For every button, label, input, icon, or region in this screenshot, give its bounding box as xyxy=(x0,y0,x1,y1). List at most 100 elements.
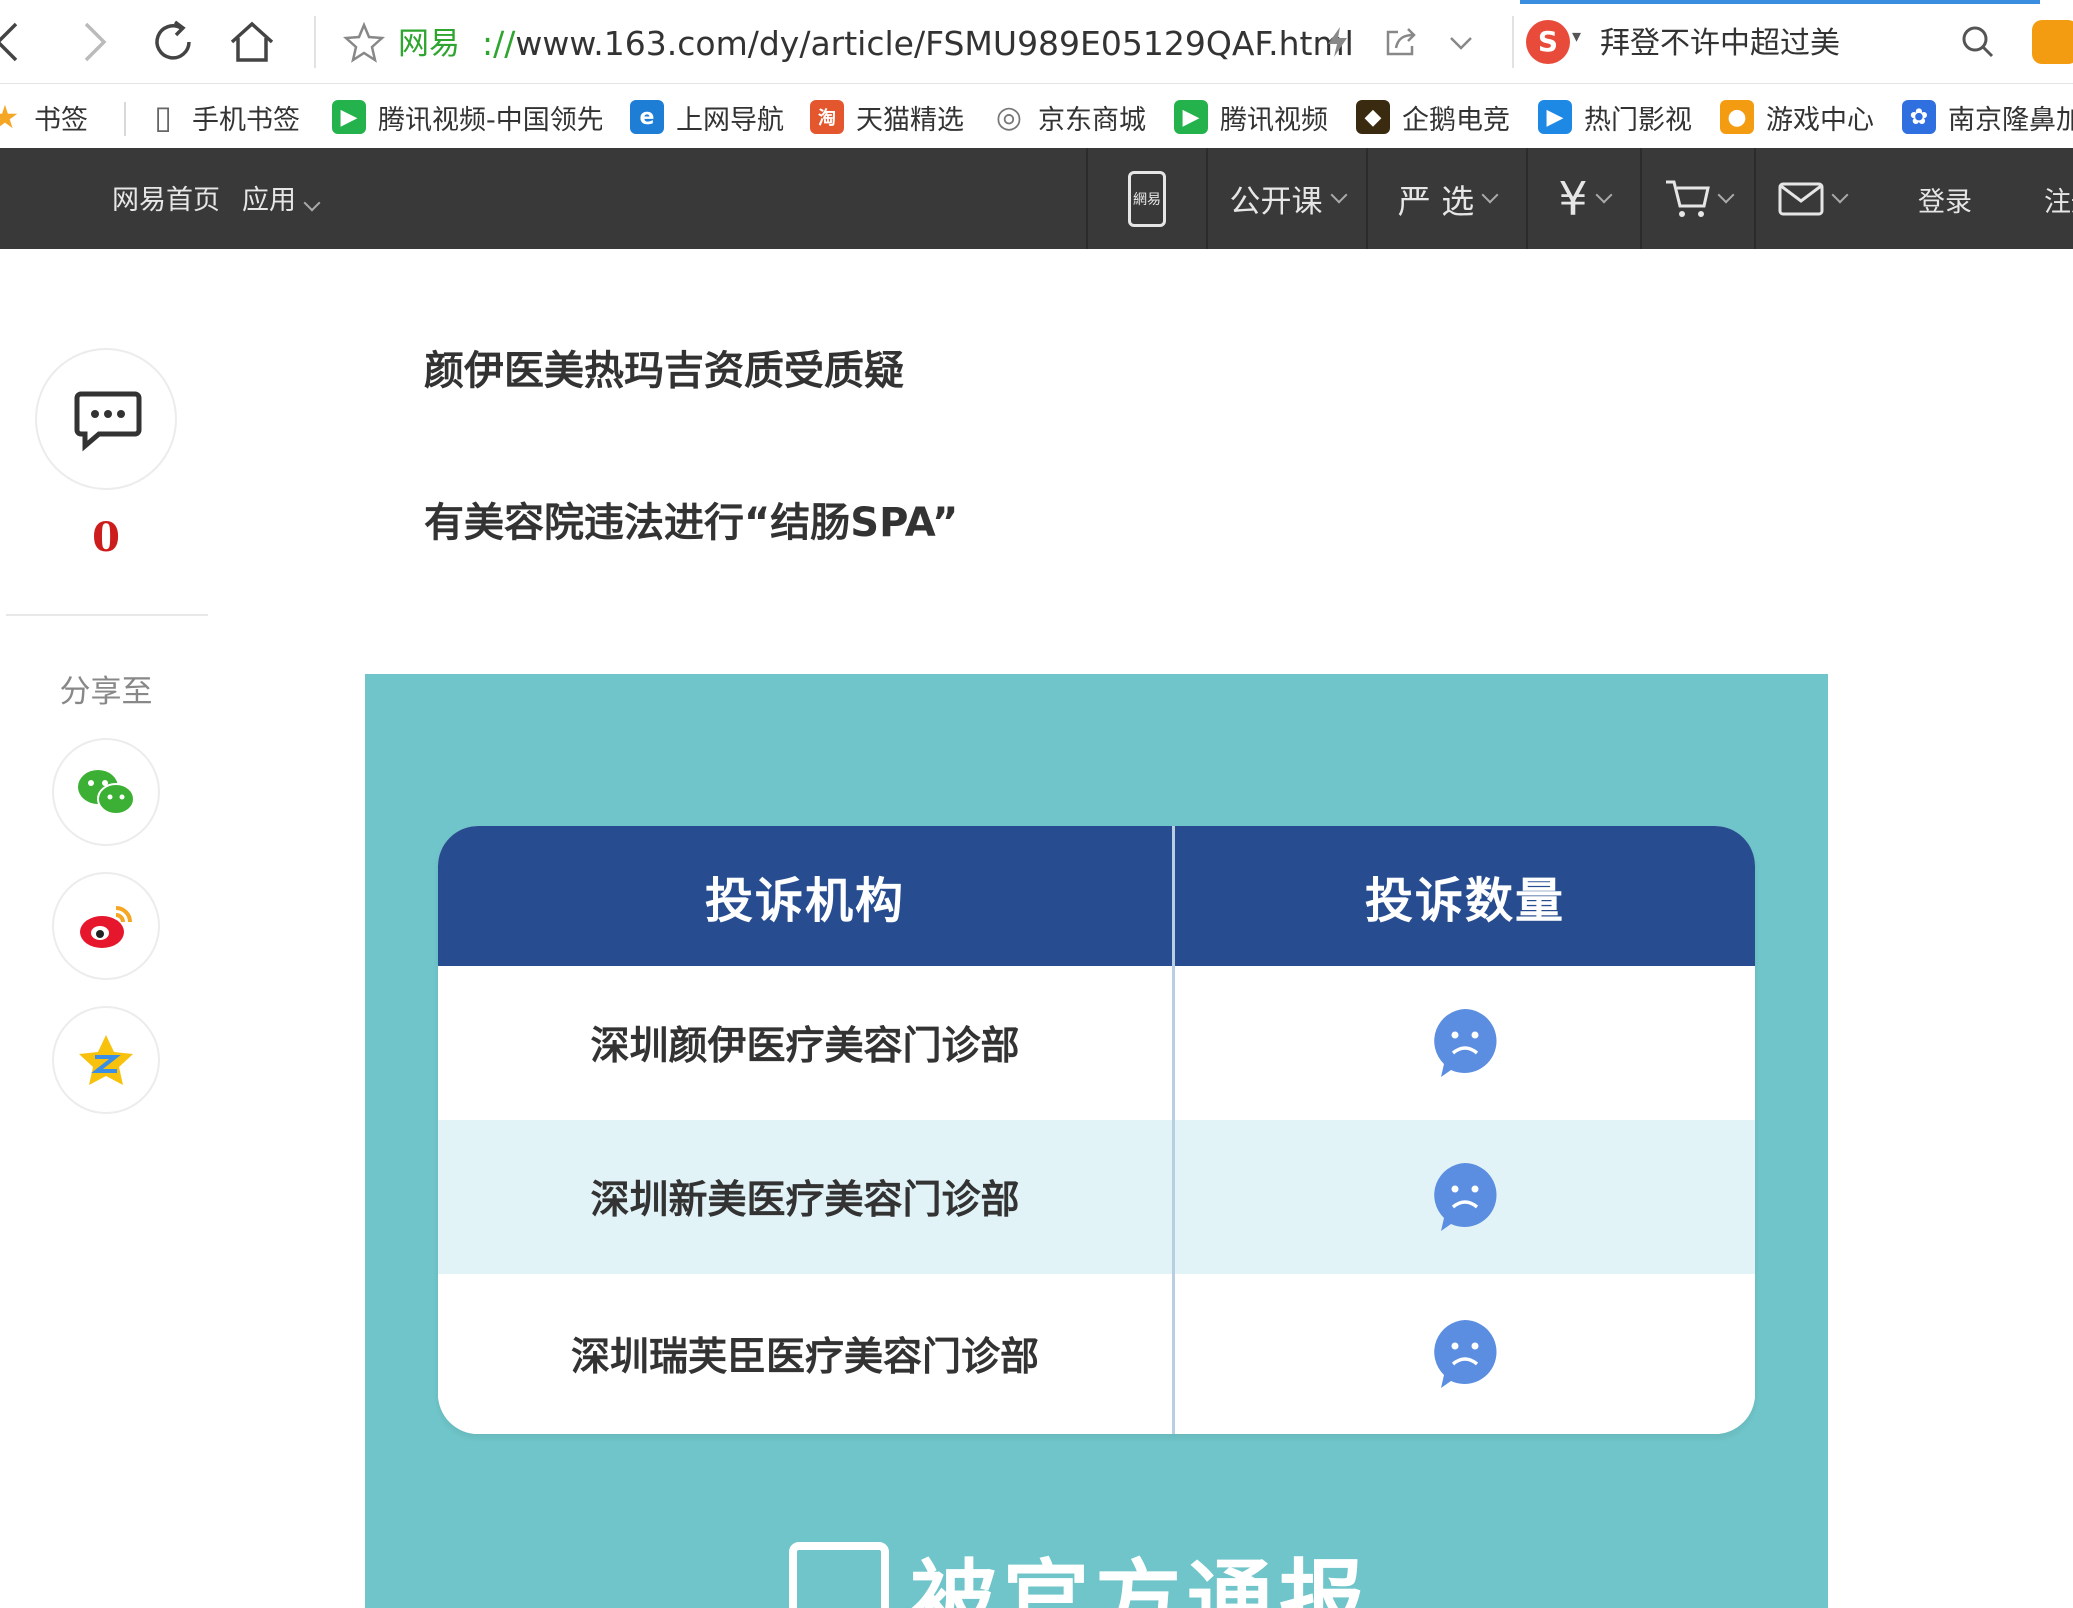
bookmark-item[interactable]: ▶ 腾讯视频 xyxy=(1174,94,1328,140)
nav-apps-label: 应用 xyxy=(242,185,296,216)
back-button[interactable] xyxy=(0,14,38,70)
back-arrow-icon xyxy=(0,22,18,62)
share-wechat-button[interactable] xyxy=(52,738,160,846)
yuan-icon: ¥ xyxy=(1558,171,1588,226)
table-header-institution: 投诉机构 xyxy=(438,826,1172,966)
caret-down-icon[interactable]: ▾ xyxy=(1572,26,1581,47)
bookmark-label: 上网导航 xyxy=(676,104,784,136)
nav-mail[interactable] xyxy=(1756,148,1868,249)
register-link[interactable]: 注册 xyxy=(2044,180,2073,219)
nav-mobile-app[interactable]: 網易 xyxy=(1088,148,1206,249)
chevron-down-icon xyxy=(1831,186,1849,203)
mail-icon xyxy=(1778,182,1824,215)
comment-icon xyxy=(74,391,142,452)
comment-button[interactable] xyxy=(35,348,177,490)
institution-name: 深圳新美医疗美容门诊部 xyxy=(590,1178,1020,1223)
institution-name: 深圳瑞芙臣医疗美容门诊部 xyxy=(570,1335,1039,1380)
chevron-down-icon xyxy=(1481,186,1499,203)
bookmark-label: 腾讯视频-中国领先 xyxy=(378,104,602,136)
bookmark-item[interactable]: e 上网导航 xyxy=(630,94,784,140)
home-button[interactable] xyxy=(224,14,280,70)
site-identity[interactable]: 网易 xyxy=(398,22,460,66)
bookmark-item[interactable]: ★ 书签 xyxy=(0,94,88,140)
qzone-star-icon xyxy=(79,1035,133,1085)
chevron-down-icon xyxy=(1330,186,1347,203)
star-icon: ★ xyxy=(0,98,20,136)
nav-open-course-label: 公开课 xyxy=(1229,184,1323,220)
search-input[interactable]: 拜登不许中超过美 xyxy=(1600,22,1840,66)
phone-icon: ▯ xyxy=(154,98,172,136)
home-icon xyxy=(230,21,274,62)
nav-home-link[interactable]: 网易首页 xyxy=(112,178,220,217)
share-qzone-button[interactable] xyxy=(52,1006,160,1114)
bookmark-item[interactable]: ▶ 热门影视 xyxy=(1538,94,1692,140)
chevron-down-icon[interactable] xyxy=(1446,28,1476,58)
share-label: 分享至 xyxy=(59,674,153,710)
ie-icon: e xyxy=(630,100,664,134)
article-infographic: 投诉机构 投诉数量 深圳颜伊医疗美容门诊部 深圳新美医疗美容门诊部 深圳瑞芙臣医… xyxy=(365,674,1828,1608)
bookmark-label: 南京隆鼻加 xyxy=(1948,104,2073,136)
penguin-esports-icon: ◆ xyxy=(1356,100,1390,134)
address-bar[interactable]: ://www.163.com/dy/article/FSMU989E05129Q… xyxy=(482,22,1354,66)
nav-yanxuan[interactable]: 严 选 xyxy=(1368,148,1526,249)
wechat-icon xyxy=(78,770,135,815)
chevron-down-icon xyxy=(1717,186,1735,203)
table-row: 深圳瑞芙臣医疗美容门诊部 xyxy=(438,1274,1755,1434)
complaint-count-cell xyxy=(1175,1120,1755,1274)
sad-face-icon xyxy=(1434,1163,1497,1231)
site-navbar: 网易首页 应用 網易 公开课 严 选 ¥ 登录 注册 xyxy=(0,148,2073,249)
bookmark-label: 天猫精选 xyxy=(856,104,964,136)
share-page-icon[interactable] xyxy=(1382,24,1420,60)
bookmarks-bar: ★ 书签 ▯ 手机书签 ▶ 腾讯视频-中国领先 e 上网导航 淘 天猫精选 ◎ … xyxy=(0,86,2073,148)
sogou-search-engine-icon[interactable]: S xyxy=(1526,20,1570,64)
bookmark-item[interactable]: ▯ 手机书签 xyxy=(146,94,300,140)
tmall-icon: 淘 xyxy=(810,100,844,134)
nav-finance[interactable]: ¥ xyxy=(1528,148,1640,249)
bookmark-label: 京东商城 xyxy=(1038,104,1146,136)
toolbar-divider xyxy=(314,16,316,68)
nav-cart[interactable] xyxy=(1642,148,1754,249)
forward-arrow-icon xyxy=(84,22,107,62)
complaint-count-cell xyxy=(1175,1274,1755,1434)
chevron-down-icon xyxy=(303,194,321,212)
bookmark-label: 游戏中心 xyxy=(1766,104,1874,136)
baidu-paw-icon: ✿ xyxy=(1902,100,1936,134)
comment-count[interactable]: 0 xyxy=(0,514,212,561)
bookmark-item[interactable]: 淘 天猫精选 xyxy=(810,94,964,140)
login-link[interactable]: 登录 xyxy=(1918,180,1972,219)
globe-icon: ◎ xyxy=(995,99,1023,135)
gamepad-icon: ● xyxy=(1720,100,1754,134)
reload-button[interactable] xyxy=(145,14,201,70)
official-report-banner: 被官方通报 xyxy=(789,1532,1371,1608)
bookmark-item[interactable]: ◆ 企鹅电竞 xyxy=(1356,94,1510,140)
mobile-app-glyph: 網易 xyxy=(1133,191,1161,208)
tencent-video-icon: ▶ xyxy=(1174,100,1208,134)
reload-icon xyxy=(155,20,191,60)
forward-button[interactable] xyxy=(64,14,120,70)
share-divider xyxy=(6,614,208,616)
nav-open-course[interactable]: 公开课 xyxy=(1208,148,1366,249)
bookmark-item[interactable]: ▶ 腾讯视频-中国领先 xyxy=(332,94,602,140)
report-badge-icon xyxy=(789,1542,889,1608)
bookmark-label: 书签 xyxy=(34,104,88,136)
lightning-icon[interactable] xyxy=(1320,24,1356,60)
institution-name: 深圳颜伊医疗美容门诊部 xyxy=(590,1024,1020,1069)
gamepad-icon[interactable] xyxy=(2032,20,2073,64)
bookmark-item[interactable]: ● 游戏中心 xyxy=(1720,94,1874,140)
bookmark-item[interactable]: ◎ 京东商城 xyxy=(992,94,1146,140)
nav-yanxuan-label: 严 选 xyxy=(1397,181,1475,221)
toolbar-divider xyxy=(1512,16,1514,68)
play-icon: ▶ xyxy=(1538,100,1572,134)
bookmark-label: 企鹅电竞 xyxy=(1402,104,1510,136)
search-icon[interactable] xyxy=(1958,22,1998,62)
weibo-icon xyxy=(80,906,132,948)
bookmark-star-icon[interactable] xyxy=(342,20,386,64)
url-scheme: :// xyxy=(482,24,516,63)
url-text: www.163.com/dy/article/FSMU989E05129QAF.… xyxy=(515,24,1354,63)
share-weibo-button[interactable] xyxy=(52,872,160,980)
nav-apps-menu[interactable]: 应用 xyxy=(242,178,321,217)
complaint-count-cell xyxy=(1175,966,1755,1120)
bookmark-item[interactable]: ✿ 南京隆鼻加 xyxy=(1902,94,2073,140)
cart-icon xyxy=(1666,180,1710,217)
sad-face-icon xyxy=(1434,1009,1497,1077)
